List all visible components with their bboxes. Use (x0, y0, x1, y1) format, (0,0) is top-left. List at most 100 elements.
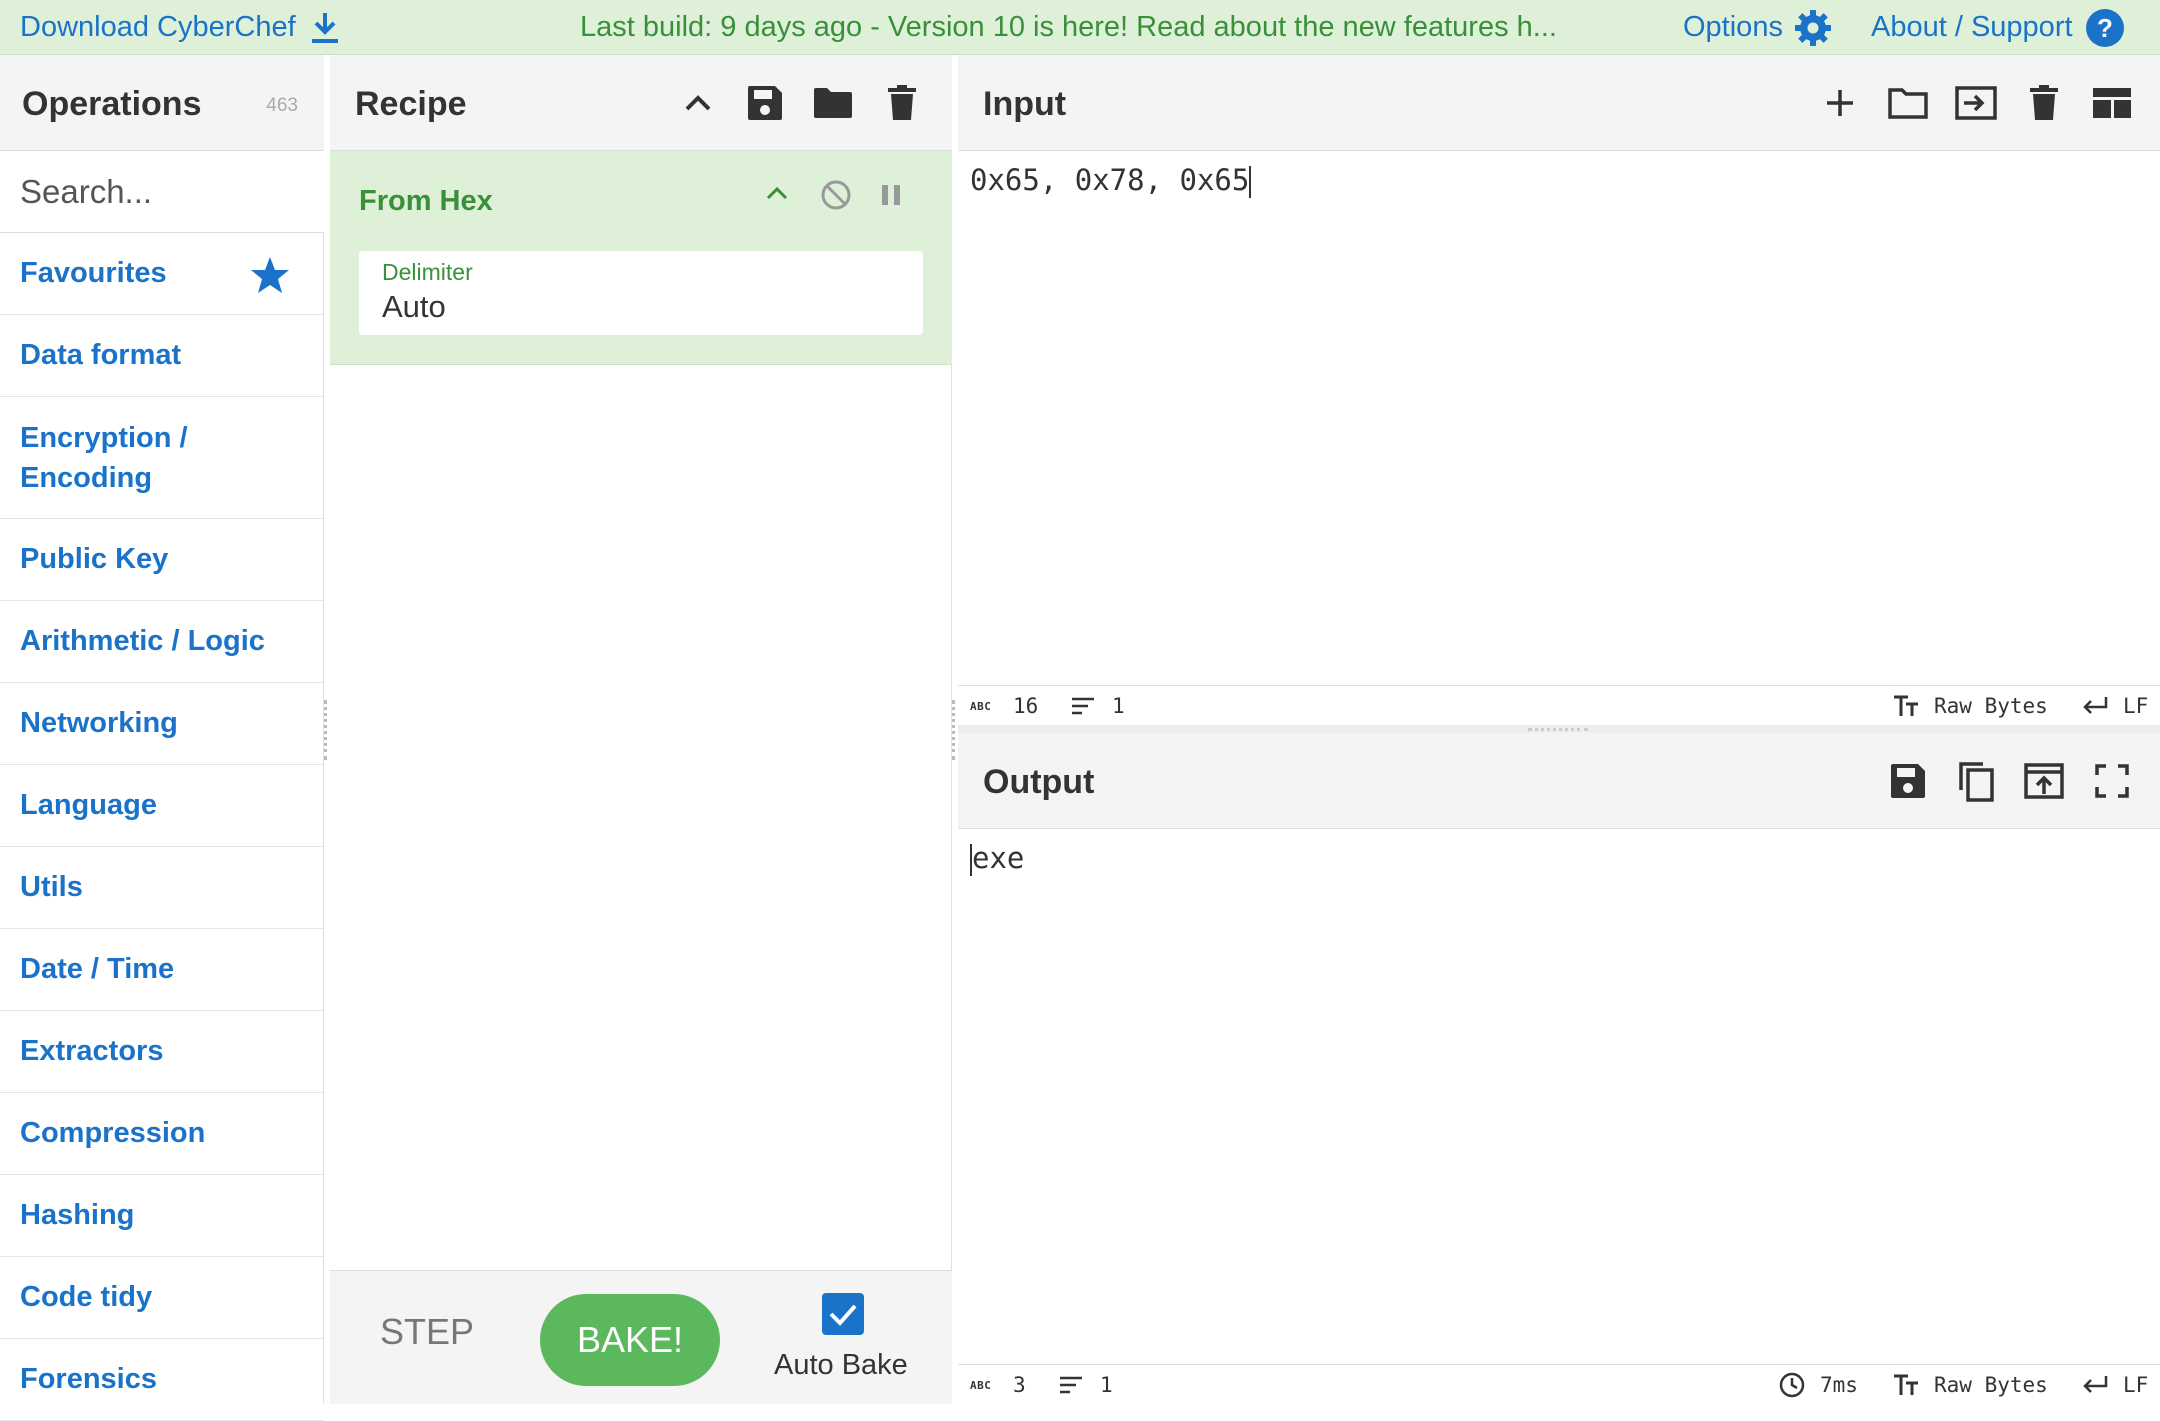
input-char-count: 16 (1013, 694, 1039, 718)
output-title: Output (983, 763, 1095, 801)
disable-icon[interactable] (820, 179, 852, 216)
trash-icon[interactable] (880, 81, 924, 125)
category-label: Public Key (20, 543, 169, 575)
search-input[interactable] (0, 151, 324, 233)
input-title: Input (983, 85, 1067, 123)
category-data-format[interactable]: Data format (0, 315, 324, 397)
category-forensics[interactable]: Forensics (0, 1339, 324, 1421)
bake-time: 7ms (1820, 1373, 1858, 1397)
category-label: Arithmetic / Logic (20, 625, 265, 657)
download-icon (310, 11, 340, 45)
input-text: 0x65, 0x78, 0x65 (970, 163, 1250, 197)
open-file-icon[interactable] (1954, 81, 1998, 125)
category-extractors[interactable]: Extractors (0, 1011, 324, 1093)
category-label: Networking (20, 707, 178, 739)
output-text: exe (972, 841, 1025, 875)
abc-icon: ABC (970, 1378, 992, 1392)
category-label: Utils (20, 871, 83, 903)
output-eol[interactable]: LF (2123, 1365, 2148, 1405)
options-label: Options (1683, 11, 1783, 43)
category-label: Language (20, 789, 157, 821)
build-message: Last build: 9 days ago - Version 10 is h… (580, 11, 1557, 43)
category-label: Hashing (20, 1199, 135, 1231)
text-size-icon (1892, 1365, 1920, 1405)
category-label: Code tidy (20, 1281, 153, 1313)
pause-icon[interactable] (880, 183, 902, 212)
category-label: Data format (20, 339, 182, 371)
category-networking[interactable]: Networking (0, 683, 324, 765)
folder-icon[interactable] (811, 81, 855, 125)
download-link[interactable]: Download CyberChef (20, 0, 340, 55)
output-encoding[interactable]: Raw Bytes (1934, 1365, 2048, 1405)
category-favourites[interactable]: Favourites (0, 233, 324, 315)
io-divider-grip (1528, 728, 1588, 731)
category-arithmetic-logic[interactable]: Arithmetic / Logic (0, 601, 324, 683)
about-label: About / Support (1871, 11, 2073, 43)
build-message-link[interactable]: Last build: 9 days ago - Version 10 is h… (580, 0, 1557, 55)
auto-bake-label: Auto Bake (774, 1349, 908, 1381)
operations-count: 463 (266, 95, 298, 116)
download-label: Download CyberChef (20, 11, 296, 43)
auto-bake-checkbox[interactable] (822, 1293, 864, 1335)
replace-input-icon[interactable] (2022, 759, 2066, 803)
category-label: Favourites (20, 257, 167, 289)
return-icon (2081, 686, 2109, 726)
input-header: Input (958, 55, 2160, 151)
category-date-time[interactable]: Date / Time (0, 929, 324, 1011)
io-panel: Input 0x65, 0x78, 0x65 ABC 16 1 Raw Byte… (958, 55, 2160, 1404)
clear-input-icon[interactable] (2022, 81, 2066, 125)
help-icon: ? (2085, 8, 2125, 48)
delimiter-value: Auto (382, 289, 446, 324)
add-tab-icon[interactable] (1818, 81, 1862, 125)
lines-icon (1070, 686, 1096, 726)
output-header: Output (958, 733, 2160, 829)
step-button[interactable]: STEP (380, 1311, 474, 1353)
category-hashing[interactable]: Hashing (0, 1175, 324, 1257)
category-language[interactable]: Language (0, 765, 324, 847)
output-line-count: 1 (1100, 1373, 1113, 1397)
delimiter-label: Delimiter (382, 259, 473, 285)
input-textarea[interactable]: 0x65, 0x78, 0x65 (970, 163, 1252, 198)
clock-icon (1778, 1365, 1806, 1405)
about-support-button[interactable]: About / Support ? (1871, 0, 2125, 55)
gear-icon (1793, 8, 1833, 48)
top-banner: Download CyberChef Last build: 9 days ag… (0, 0, 2160, 55)
text-size-icon (1892, 686, 1920, 726)
open-folder-icon[interactable] (1886, 81, 1930, 125)
text-caret (1249, 166, 1252, 198)
abc-icon: ABC (970, 699, 992, 713)
category-encryption-encoding[interactable]: Encryption / Encoding (0, 397, 324, 519)
maximize-icon[interactable] (2090, 759, 2134, 803)
options-button[interactable]: Options (1683, 0, 1833, 55)
recipe-title: Recipe (355, 85, 467, 123)
chevron-up-icon[interactable] (676, 81, 720, 125)
save-output-icon[interactable] (1886, 759, 1930, 803)
return-icon (2081, 1365, 2109, 1405)
reset-layout-icon[interactable] (2090, 81, 2134, 125)
category-code-tidy[interactable]: Code tidy (0, 1257, 324, 1339)
save-recipe-icon[interactable] (743, 81, 787, 125)
recipe-operation-from-hex[interactable]: From Hex Delimiter Auto (330, 151, 952, 365)
category-public-key[interactable]: Public Key (0, 519, 324, 601)
category-compression[interactable]: Compression (0, 1093, 324, 1175)
output-textarea[interactable]: exe (970, 841, 1024, 876)
star-icon (250, 255, 290, 303)
input-encoding[interactable]: Raw Bytes (1934, 686, 2048, 726)
recipe-controls: STEP BAKE! Auto Bake (330, 1270, 952, 1404)
copy-icon[interactable] (1954, 759, 1998, 803)
category-label: Forensics (20, 1363, 157, 1395)
operations-panel: Operations 463 Favourites Data format En… (0, 55, 324, 1421)
category-label: Extractors (20, 1035, 164, 1067)
input-eol[interactable]: LF (2123, 686, 2148, 726)
category-label: Date / Time (20, 953, 175, 985)
category-list: Favourites Data format Encryption / Enco… (0, 233, 324, 1421)
chevron-up-icon[interactable] (765, 185, 789, 206)
output-status-bar: ABC 3 1 7ms Raw Bytes LF (958, 1364, 2160, 1404)
operations-title: Operations (22, 85, 202, 123)
lines-icon (1058, 1365, 1084, 1405)
category-utils[interactable]: Utils (0, 847, 324, 929)
delimiter-select[interactable]: Delimiter Auto (359, 251, 923, 335)
input-line-count: 1 (1112, 694, 1125, 718)
bake-button[interactable]: BAKE! (540, 1294, 720, 1386)
recipe-panel: Recipe From Hex Delimiter Auto STEP BAKE… (330, 55, 952, 1404)
